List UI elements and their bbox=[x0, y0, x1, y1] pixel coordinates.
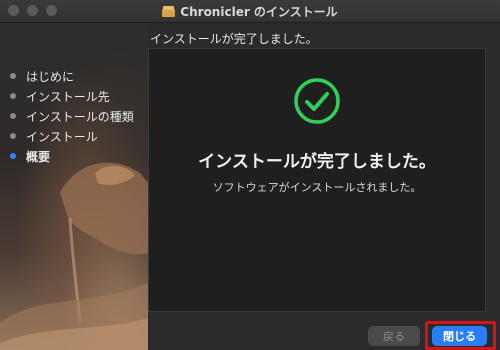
window-title: Chronicler のインストール bbox=[180, 4, 338, 19]
step-dot-icon bbox=[10, 113, 16, 119]
zoom-window-icon[interactable] bbox=[46, 5, 57, 16]
completion-message: ソフトウェアがインストールされました。 bbox=[212, 181, 422, 194]
sidebar-item-installation: インストール bbox=[10, 126, 140, 146]
sidebar-item-installation-type: インストールの種類 bbox=[10, 106, 140, 126]
content-panel: インストールが完了しました。 ソフトウェアがインストールされました。 bbox=[148, 48, 486, 312]
step-dot-icon bbox=[10, 93, 16, 99]
title-bar: Chronicler のインストール bbox=[0, 0, 500, 23]
window-controls bbox=[8, 5, 57, 16]
installer-steps-sidebar: はじめに インストール先 インストールの種類 インストール 概要 bbox=[10, 66, 140, 166]
step-title: インストールが完了しました。 bbox=[150, 32, 318, 46]
back-button[interactable]: 戻る bbox=[368, 326, 420, 346]
sidebar-item-introduction: はじめに bbox=[10, 66, 140, 86]
active-step-dot-icon bbox=[10, 153, 16, 159]
window-title-group: Chronicler のインストール bbox=[162, 3, 338, 20]
sidebar-item-label: インストール先 bbox=[26, 89, 110, 104]
step-dot-icon bbox=[10, 73, 16, 79]
checkmark-circle-icon bbox=[294, 78, 340, 124]
sidebar-item-label: インストール bbox=[26, 129, 98, 144]
highlight-box bbox=[425, 321, 496, 350]
step-dot-icon bbox=[10, 133, 16, 139]
sidebar-item-label: インストールの種類 bbox=[26, 109, 134, 124]
installer-window: Chronicler のインストール インストールが完了しました。 はじめに イ… bbox=[0, 0, 500, 350]
close-window-icon[interactable] bbox=[8, 5, 19, 16]
sidebar-item-label: はじめに bbox=[26, 69, 75, 84]
package-icon bbox=[162, 5, 176, 17]
sidebar-item-destination: インストール先 bbox=[10, 86, 140, 106]
completion-heading: インストールが完了しました。 bbox=[198, 152, 436, 172]
sidebar-item-label: 概要 bbox=[26, 149, 51, 164]
minimize-window-icon[interactable] bbox=[27, 5, 38, 16]
sidebar-item-summary: 概要 bbox=[10, 146, 140, 166]
